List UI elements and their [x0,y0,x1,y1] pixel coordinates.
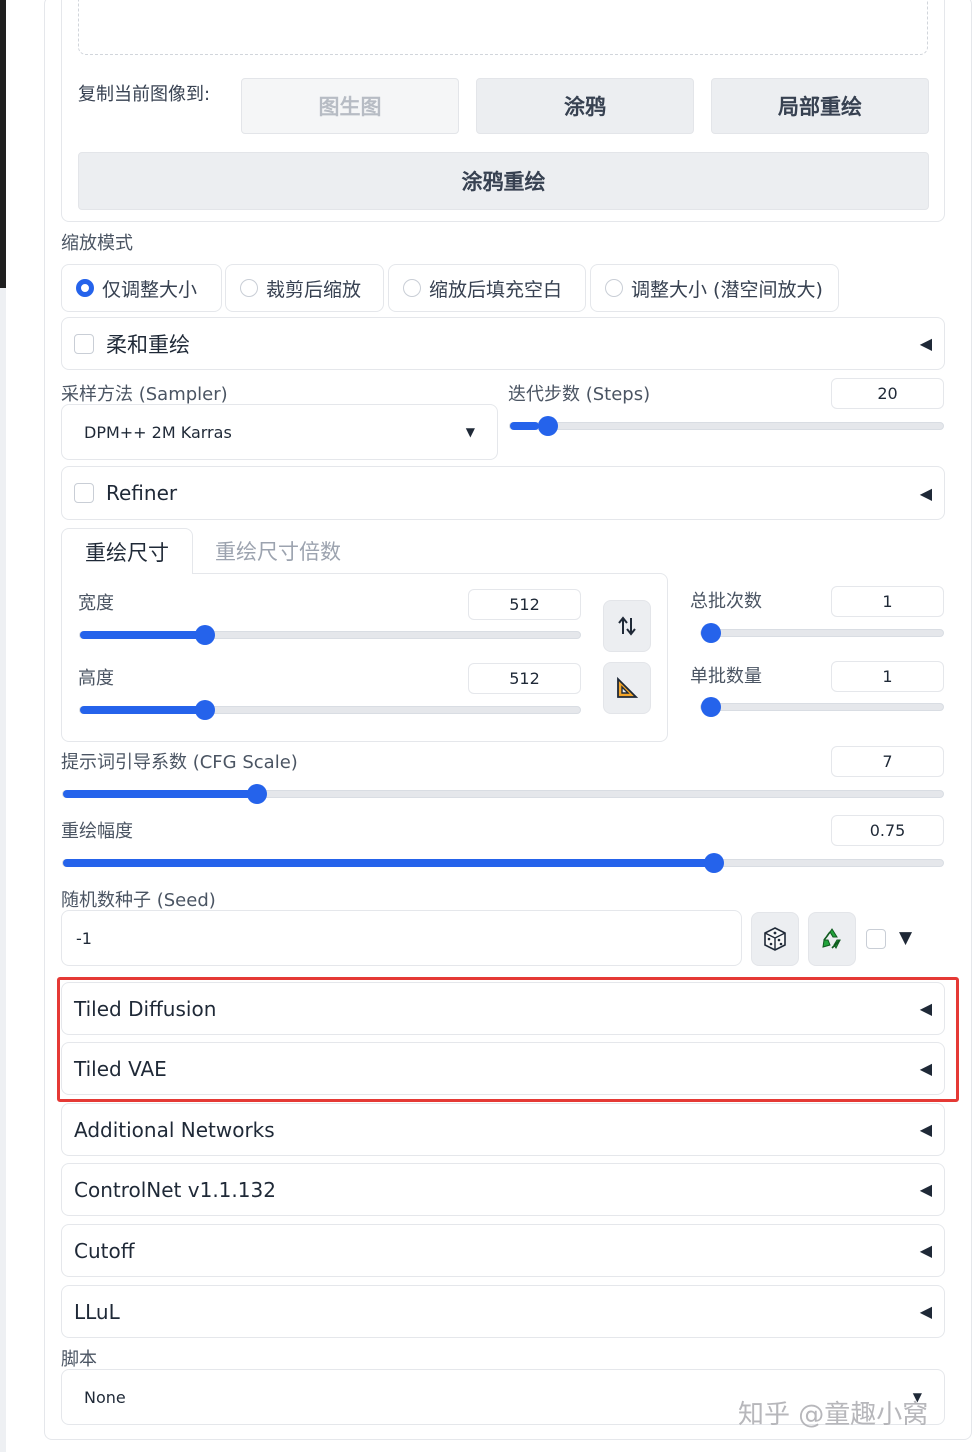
dropdown-caret-icon: ▼ [465,425,475,439]
radio-selected-icon [76,279,94,297]
collapse-arrow-icon: ◀ [919,1302,932,1321]
swap-dimensions-button[interactable] [603,600,651,652]
steps-slider-thumb[interactable] [538,416,559,436]
controlnet-label: ControlNet v1.1.132 [74,1177,276,1202]
llul-accordion[interactable]: LLuL ◀ [61,1285,945,1338]
resize-option-label: 仅调整大小 [102,278,198,301]
height-slider[interactable] [79,700,581,720]
highlight-box [57,977,959,1102]
extra-seed-expand-icon[interactable]: ▼ [899,928,912,948]
radio-unselected-icon [605,279,623,297]
resize-mode-label: 缩放模式 [61,233,133,254]
detect-size-button[interactable] [603,662,651,714]
height-input[interactable]: 512 [468,663,581,694]
seed-value: -1 [76,928,92,948]
soft-inpainting-accordion[interactable]: 柔和重绘 ◀ [61,317,945,370]
steps-slider[interactable] [509,416,944,436]
denoising-input[interactable]: 0.75 [831,815,944,846]
recycle-icon [822,928,841,949]
steps-label: 迭代步数 (Steps) [508,384,651,405]
cfg-scale-slider-fill [63,790,252,798]
copy-to-inpaint-sketch-button[interactable]: 涂鸦重绘 [78,152,929,210]
radio-unselected-icon [403,279,421,297]
denoising-slider[interactable] [62,853,944,873]
collapse-arrow-icon: ◀ [919,1180,932,1199]
cfg-scale-label: 提示词引导系数 (CFG Scale) [61,752,298,773]
additional-networks-label: Additional Networks [74,1117,275,1142]
batch-count-input[interactable]: 1 [831,586,944,617]
resize-option-label: 缩放后填充空白 [429,278,563,301]
sampler-value: DPM++ 2M Karras [84,422,232,442]
refiner-accordion[interactable]: Refiner ◀ [61,466,945,520]
width-label: 宽度 [78,593,114,614]
resize-option-crop-and-resize[interactable]: 裁剪后缩放 [225,264,384,312]
sampler-dropdown[interactable]: DPM++ 2M Karras ▼ [61,404,498,460]
cutoff-accordion[interactable]: Cutoff ◀ [61,1224,945,1277]
denoising-slider-thumb[interactable] [703,853,724,873]
copy-image-label: 复制当前图像到: [78,84,211,105]
resize-option-label: 裁剪后缩放 [266,278,362,301]
height-slider-fill [80,706,200,714]
seed-input[interactable]: -1 [61,910,742,966]
denoising-slider-fill [63,859,719,867]
tab-resize-to[interactable]: 重绘尺寸 [61,528,193,574]
cfg-scale-input[interactable]: 7 [831,746,944,777]
resize-option-just-resize[interactable]: 仅调整大小 [61,264,222,312]
cutoff-label: Cutoff [74,1238,135,1263]
script-label: 脚本 [61,1349,97,1370]
random-seed-button[interactable] [751,912,799,966]
watermark: 知乎 @童趣小窝 [738,1400,929,1430]
additional-networks-accordion[interactable]: Additional Networks ◀ [61,1103,945,1156]
batch-count-label: 总批次数 [690,591,762,612]
copy-to-inpaint-button[interactable]: 局部重绘 [711,78,929,134]
dice-icon [764,927,786,951]
copy-to-img2img-button[interactable]: 图生图 [241,78,459,134]
sampler-label: 采样方法 (Sampler) [61,384,228,405]
resize-option-label: 调整大小 (潜空间放大) [631,278,823,301]
image-drop-area[interactable] [78,0,928,55]
cfg-scale-slider[interactable] [62,784,944,804]
cfg-scale-slider-thumb[interactable] [247,784,268,804]
refiner-checkbox[interactable] [74,483,94,503]
batch-size-label: 单批数量 [690,666,762,687]
denoising-label: 重绘幅度 [61,821,133,842]
batch-size-input[interactable]: 1 [831,661,944,692]
soft-inpainting-label: 柔和重绘 [106,332,190,357]
soft-inpainting-checkbox[interactable] [74,333,94,354]
swap-arrows-icon [618,616,636,636]
left-edge-grey [0,288,6,1452]
copy-to-sketch-button[interactable]: 涂鸦 [476,78,694,134]
refiner-label: Refiner [106,481,178,505]
steps-input[interactable]: 20 [831,378,944,409]
extra-seed-checkbox[interactable] [866,929,886,949]
batch-count-slider[interactable] [700,623,944,643]
controlnet-accordion[interactable]: ControlNet v1.1.132 ◀ [61,1163,945,1216]
resize-option-latent-upscale[interactable]: 调整大小 (潜空间放大) [590,264,839,312]
llul-label: LLuL [74,1299,120,1324]
width-input[interactable]: 512 [468,589,581,620]
radio-unselected-icon [240,279,258,297]
batch-count-slider-thumb[interactable] [701,623,721,643]
tab-resize-by[interactable]: 重绘尺寸倍数 [215,528,341,574]
steps-slider-fill [510,422,540,430]
collapse-arrow-icon: ◀ [919,1120,932,1139]
width-slider-fill [80,631,200,639]
seed-label: 随机数种子 (Seed) [61,890,216,911]
width-slider[interactable] [79,625,581,645]
collapse-arrow-icon: ◀ [919,334,932,353]
left-edge-dark [0,0,6,288]
collapse-arrow-icon: ◀ [919,483,932,503]
reuse-seed-button[interactable] [808,912,856,966]
collapse-arrow-icon: ◀ [919,1241,932,1260]
height-label: 高度 [78,668,114,689]
batch-size-slider[interactable] [700,697,944,717]
batch-size-slider-thumb[interactable] [701,697,721,717]
resize-option-resize-and-fill[interactable]: 缩放后填充空白 [388,264,586,312]
triangle-ruler-icon [617,676,639,698]
